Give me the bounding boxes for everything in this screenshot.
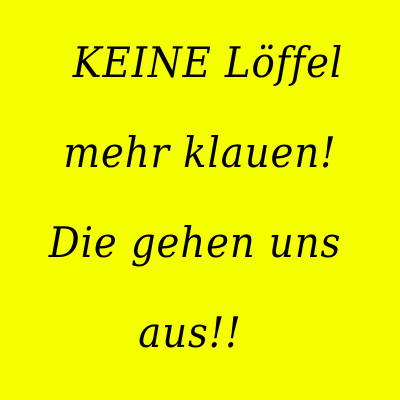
note-line-2: mehr klauen! [63, 128, 337, 177]
note-line-3: Die gehen uns [48, 218, 342, 267]
sticky-note: KEINE Löffel mehr klauen! Die gehen uns … [0, 0, 400, 400]
note-line-4: aus!! [138, 308, 242, 357]
note-line-1: KEINE Löffel [72, 38, 344, 87]
